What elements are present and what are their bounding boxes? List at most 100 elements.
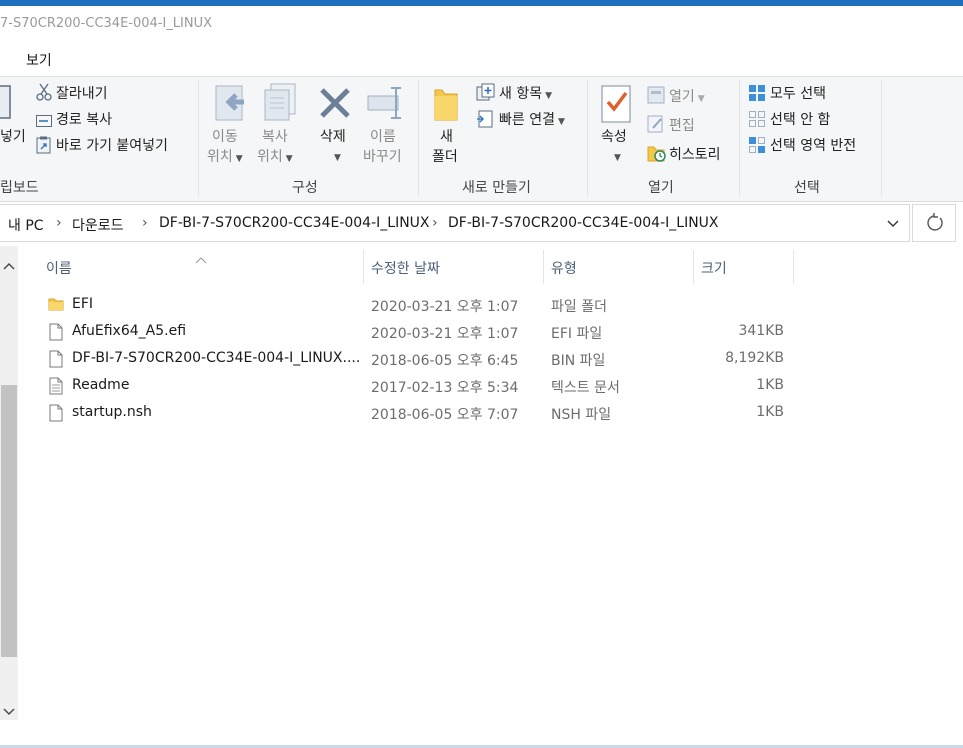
new-folder-label-1[interactable]: 새 bbox=[440, 126, 453, 146]
rename-icon bbox=[366, 86, 406, 124]
sort-ascending-icon bbox=[195, 249, 207, 268]
rename-label-2[interactable]: 바꾸기 bbox=[363, 146, 402, 166]
scrollbar-thumb[interactable] bbox=[1, 385, 17, 657]
file-row-readme[interactable]: Readme 2017-02-13 오후 5:34 텍스트 문서 1KB bbox=[44, 373, 804, 399]
edit-button[interactable]: 편집 bbox=[669, 115, 695, 135]
file-type: 텍스트 문서 bbox=[551, 380, 620, 396]
file-date: 2020-03-21 오후 1:07 bbox=[371, 299, 519, 315]
paste-button-label[interactable]: 넣기 bbox=[0, 126, 26, 146]
select-all-button[interactable]: 모두 선택 bbox=[770, 83, 826, 103]
column-divider[interactable] bbox=[693, 250, 694, 284]
refresh-button[interactable] bbox=[912, 204, 956, 242]
breadcrumb-chevron-icon[interactable]: › bbox=[56, 215, 62, 231]
file-row-bin[interactable]: DF-BI-7-S70CR200-CC34E-004-I_LINUX.... 2… bbox=[44, 346, 804, 372]
move-to-icon bbox=[214, 84, 248, 126]
delete-icon bbox=[318, 86, 352, 124]
ribbon-separator bbox=[739, 80, 740, 196]
scroll-down-button[interactable] bbox=[3, 702, 15, 721]
open-button[interactable]: 열기 ▼ bbox=[669, 86, 705, 106]
breadcrumb-folder-1[interactable]: DF-BI-7-S70CR200-CC34E-004-I_LINUX bbox=[159, 215, 430, 231]
file-type: NSH 파일 bbox=[551, 407, 612, 423]
file-icon bbox=[48, 323, 64, 345]
column-divider[interactable] bbox=[793, 250, 794, 284]
move-to-label-1[interactable]: 이동 bbox=[212, 126, 238, 146]
delete-dropdown[interactable]: ▼ bbox=[331, 148, 341, 164]
new-item-label: 새 항목 bbox=[499, 86, 543, 102]
breadcrumb-chevron-icon[interactable]: › bbox=[432, 215, 438, 231]
column-header-name[interactable]: 이름 bbox=[46, 258, 72, 278]
copy-to-label-2: 위치 bbox=[257, 149, 283, 165]
file-size: 341KB bbox=[738, 323, 784, 339]
column-divider[interactable] bbox=[543, 250, 544, 284]
file-date: 2017-02-13 오후 5:34 bbox=[371, 380, 519, 396]
paste-icon[interactable] bbox=[0, 84, 12, 124]
easy-access-label: 빠른 연결 bbox=[499, 112, 555, 128]
column-header-size[interactable]: 크기 bbox=[701, 258, 727, 278]
chevron-down-icon bbox=[3, 708, 15, 715]
new-item-button[interactable]: 새 항목 ▼ bbox=[499, 83, 552, 103]
scroll-up-button[interactable] bbox=[3, 256, 15, 275]
file-row-afuefix[interactable]: AfuEfix64_A5.efi 2020-03-21 오후 1:07 EFI … bbox=[44, 319, 804, 345]
breadcrumb-downloads[interactable]: 다운로드 bbox=[72, 215, 124, 235]
cut-button[interactable]: 잘라내기 bbox=[56, 83, 108, 103]
properties-button[interactable]: 속성 bbox=[601, 126, 627, 146]
move-to-button[interactable]: 위치 ▼ bbox=[207, 146, 243, 166]
ribbon-separator bbox=[198, 80, 199, 196]
column-header-type[interactable]: 유형 bbox=[551, 258, 577, 278]
file-date: 2020-03-21 오후 1:07 bbox=[371, 326, 519, 342]
column-header-date[interactable]: 수정한 날짜 bbox=[371, 258, 440, 278]
file-size: 1KB bbox=[756, 404, 784, 420]
select-none-icon bbox=[748, 110, 766, 132]
file-type: BIN 파일 bbox=[551, 353, 606, 369]
breadcrumb-folder-2[interactable]: DF-BI-7-S70CR200-CC34E-004-I_LINUX bbox=[448, 215, 719, 231]
chevron-down-icon bbox=[887, 220, 899, 227]
file-size: 8,192KB bbox=[725, 350, 784, 366]
file-date: 2018-06-05 오후 7:07 bbox=[371, 407, 519, 423]
copy-to-icon bbox=[263, 82, 299, 126]
select-none-button[interactable]: 선택 안 함 bbox=[770, 109, 830, 129]
chevron-down-icon: ▼ bbox=[235, 154, 243, 164]
open-group-label: 열기 bbox=[648, 180, 674, 196]
file-size: 1KB bbox=[756, 377, 784, 393]
open-icon bbox=[647, 86, 665, 108]
copy-to-label-1[interactable]: 복사 bbox=[262, 126, 288, 146]
file-row-startup[interactable]: startup.nsh 2018-06-05 오후 7:07 NSH 파일 1K… bbox=[44, 400, 804, 426]
paste-shortcut-button[interactable]: 바로 가기 붙여넣기 bbox=[56, 135, 168, 155]
refresh-icon bbox=[927, 213, 943, 231]
file-name: startup.nsh bbox=[72, 404, 152, 420]
copy-path-button[interactable]: 경로 복사 bbox=[56, 109, 112, 129]
history-icon bbox=[647, 143, 667, 167]
breadcrumb-this-pc[interactable]: 내 PC bbox=[8, 215, 44, 235]
paste-shortcut-icon bbox=[36, 136, 52, 158]
folder-icon bbox=[48, 296, 64, 316]
history-button[interactable]: 히스토리 bbox=[669, 144, 721, 164]
new-folder-label-2[interactable]: 폴더 bbox=[432, 146, 458, 166]
file-name: Readme bbox=[72, 377, 130, 393]
tab-view[interactable]: 보기 bbox=[26, 50, 52, 70]
rename-label-1[interactable]: 이름 bbox=[370, 126, 396, 146]
text-file-icon bbox=[48, 377, 64, 399]
chevron-down-icon: ▼ bbox=[697, 94, 705, 104]
ribbon-separator bbox=[587, 80, 588, 196]
file-row-efi[interactable]: EFI 2020-03-21 오후 1:07 파일 폴더 bbox=[44, 292, 804, 318]
properties-dropdown[interactable]: ▼ bbox=[611, 148, 621, 164]
copy-to-button[interactable]: 위치 ▼ bbox=[257, 146, 293, 166]
file-icon bbox=[48, 350, 64, 372]
breadcrumb-chevron-icon[interactable]: › bbox=[142, 215, 148, 231]
easy-access-icon bbox=[476, 110, 494, 132]
chevron-down-icon: ▼ bbox=[545, 91, 553, 101]
copy-path-icon bbox=[36, 112, 52, 131]
chevron-up-icon bbox=[3, 263, 15, 270]
address-history-dropdown[interactable] bbox=[886, 216, 900, 235]
new-folder-icon bbox=[432, 84, 460, 126]
edit-icon bbox=[647, 115, 665, 137]
delete-button[interactable]: 삭제 bbox=[320, 126, 346, 146]
file-name: DF-BI-7-S70CR200-CC34E-004-I_LINUX.... bbox=[72, 350, 361, 366]
organize-group-label: 구성 bbox=[292, 180, 318, 196]
invert-selection-icon bbox=[748, 136, 766, 158]
column-divider[interactable] bbox=[363, 250, 364, 284]
easy-access-button[interactable]: 빠른 연결 ▼ bbox=[499, 109, 565, 129]
select-group-label: 선택 bbox=[794, 180, 820, 196]
invert-selection-button[interactable]: 선택 영역 반전 bbox=[770, 135, 856, 155]
chevron-down-icon: ▼ bbox=[285, 154, 293, 164]
